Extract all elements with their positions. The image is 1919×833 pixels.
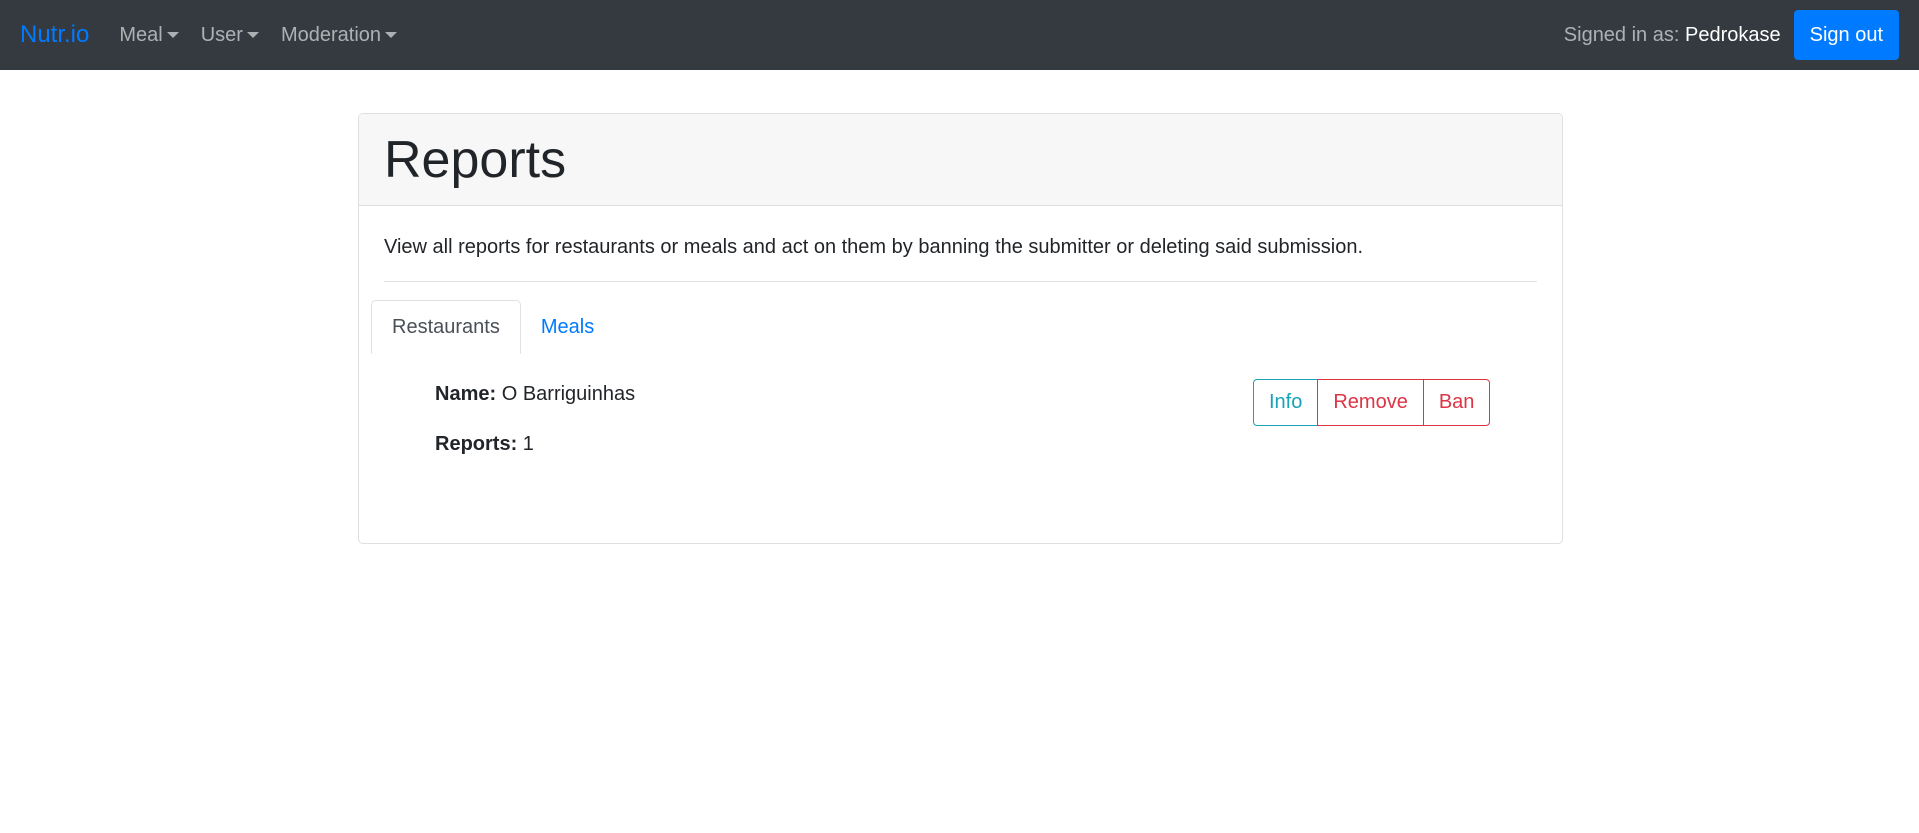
name-label: Name: [435,383,497,405]
report-count-field: Reports: 1 [435,433,635,456]
signed-in-username: Pedrokase [1684,23,1781,46]
nav-menu-label: Moderation [280,23,382,46]
page-title: Reports [384,130,567,189]
nav-menu-label: Meal [119,23,163,46]
tab-meals[interactable]: Meals [521,300,614,354]
signed-in-prefix: Signed in as: [1563,23,1680,46]
tab-restaurants[interactable]: Restaurants [371,300,521,354]
nav-menu-meal[interactable]: Meal [119,23,179,47]
brand-logo-link[interactable]: Nutr.io [20,21,89,49]
sign-out-button[interactable]: Sign out [1793,10,1899,60]
nav-menu-moderation[interactable]: Moderation [280,23,398,47]
report-name-field: Name: O Barriguinhas [435,383,635,406]
name-value: O Barriguinhas [501,383,636,405]
reports-label: Reports: [435,433,518,455]
chevron-down-icon [246,32,259,38]
ban-button[interactable]: Ban [1422,379,1491,426]
nav-menu-user[interactable]: User [201,24,259,47]
chevron-down-icon [166,32,179,38]
card-header: Reports [359,114,1562,206]
reports-value: 1 [522,433,534,455]
signed-in-text: Signed in as: Pedrokase [1564,24,1781,47]
divider [384,281,1537,282]
remove-button[interactable]: Remove [1317,379,1424,426]
chevron-down-icon [385,32,398,38]
report-action-buttons: Info Remove Ban [1253,379,1491,426]
report-tabs: Restaurants Meals [371,300,614,354]
report-item: Name: O Barriguinhas Reports: 1 [435,383,635,483]
page-description: View all reports for restaurants or meal… [384,236,1364,258]
reports-card: Reports View all reports for restaurants… [358,113,1563,544]
nav-menu-label: User [200,23,243,46]
top-navbar: Nutr.io Meal User Moderation Signed in a… [0,0,1919,70]
info-button[interactable]: Info [1253,379,1319,426]
